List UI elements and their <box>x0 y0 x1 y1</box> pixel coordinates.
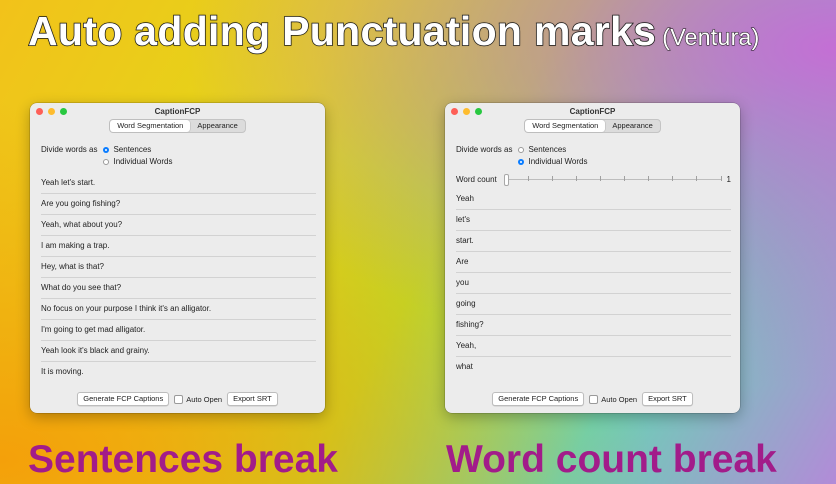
list-item[interactable]: Are you going fishing? <box>41 194 316 215</box>
tab-bar: Word Segmentation Appearance <box>109 119 246 133</box>
radio-label: Sentences <box>528 145 567 154</box>
window-title: CaptionFCP <box>569 107 616 116</box>
caption-right: Word count break <box>446 438 777 481</box>
radio-label: Sentences <box>113 145 152 154</box>
divide-words-group: Divide words as Sentences Individual Wor… <box>456 145 587 167</box>
bottom-bar: Generate FCP Captions Auto Open Export S… <box>445 392 740 406</box>
list-item[interactable]: I am making a trap. <box>41 236 316 257</box>
word-count-row: Word count 1 <box>456 174 731 186</box>
checkbox-box[interactable] <box>589 394 599 404</box>
list-item[interactable]: what <box>456 357 731 377</box>
export-srt-button[interactable]: Export SRT <box>227 392 278 406</box>
tab-word-segmentation[interactable]: Word Segmentation <box>110 120 191 132</box>
tab-bar: Word Segmentation Appearance <box>524 119 661 133</box>
tab-appearance[interactable]: Appearance <box>190 120 244 132</box>
checkbox-label: Auto Open <box>601 394 638 404</box>
titlebar: CaptionFCP <box>445 103 740 119</box>
export-srt-button[interactable]: Export SRT <box>642 392 693 406</box>
list-item[interactable]: What do you see that? <box>41 278 316 299</box>
slider-tick <box>552 176 553 181</box>
headline: Auto adding Punctuation marks (Ventura) <box>27 7 760 55</box>
list-item[interactable]: Yeah, what about you? <box>41 215 316 236</box>
radio-label: Individual Words <box>528 157 588 166</box>
headline-main: Auto adding Punctuation marks <box>27 7 657 55</box>
checkbox-box[interactable] <box>174 394 184 404</box>
tab-word-segmentation[interactable]: Word Segmentation <box>525 120 606 132</box>
radio-label: Individual Words <box>113 157 173 166</box>
list-item[interactable]: you <box>456 273 731 294</box>
list-item[interactable]: I'm going to get mad alligator. <box>41 320 316 341</box>
headline-sub: (Ventura) <box>662 24 760 51</box>
auto-open-checkbox[interactable]: Auto Open <box>589 394 638 404</box>
list-item[interactable]: Yeah, <box>456 336 731 357</box>
radio-dot-selected[interactable] <box>518 159 525 165</box>
slider-track <box>504 178 721 180</box>
generate-fcp-captions-button[interactable]: Generate FCP Captions <box>492 392 585 406</box>
slider-tick <box>528 176 529 181</box>
slider-tick <box>696 176 697 181</box>
titlebar: CaptionFCP <box>30 103 325 119</box>
word-count-value: 1 <box>726 174 731 184</box>
list-item[interactable]: No focus on your purpose I think it's an… <box>41 299 316 320</box>
slider-tick <box>648 176 649 181</box>
auto-open-checkbox[interactable]: Auto Open <box>174 394 223 404</box>
list-item[interactable]: Are <box>456 252 731 273</box>
sentence-list: Yeah let's start. Are you going fishing?… <box>41 173 316 382</box>
slider-tick <box>624 176 625 181</box>
word-list: Yeah let's start. Are you going fishing?… <box>456 189 731 377</box>
list-item[interactable]: let's <box>456 210 731 231</box>
divide-label: Divide words as <box>41 145 98 154</box>
slider-knob[interactable] <box>504 174 509 186</box>
radio-dot[interactable] <box>518 147 525 153</box>
tab-appearance[interactable]: Appearance <box>605 120 659 132</box>
generate-fcp-captions-button[interactable]: Generate FCP Captions <box>77 392 170 406</box>
radio-dot[interactable] <box>103 159 110 165</box>
list-item[interactable]: Yeah look it's black and grainy. <box>41 341 316 362</box>
caption-window-sentences: CaptionFCP Word Segmentation Appearance … <box>30 103 325 413</box>
list-item[interactable]: going <box>456 294 731 315</box>
list-item[interactable]: start. <box>456 231 731 252</box>
slider-tick <box>600 176 601 181</box>
radio-individual-words[interactable]: Individual Words <box>103 157 172 167</box>
list-item[interactable]: fishing? <box>456 315 731 336</box>
checkbox-label: Auto Open <box>186 394 223 404</box>
slider-tick <box>576 176 577 181</box>
word-count-slider[interactable] <box>504 174 722 186</box>
list-item[interactable]: It is moving. <box>41 362 316 382</box>
word-count-label: Word count <box>456 174 497 184</box>
divide-label: Divide words as <box>456 145 513 154</box>
radio-individual-words[interactable]: Individual Words <box>518 157 587 167</box>
slider-tick <box>672 176 673 181</box>
caption-left: Sentences break <box>28 438 339 481</box>
divide-words-group: Divide words as Sentences Individual Wor… <box>41 145 172 167</box>
radio-sentences[interactable]: Sentences <box>518 145 587 155</box>
radio-sentences[interactable]: Sentences <box>103 145 172 155</box>
list-item[interactable]: Yeah let's start. <box>41 173 316 194</box>
slider-tick <box>720 176 722 181</box>
caption-window-word-count: CaptionFCP Word Segmentation Appearance … <box>445 103 740 413</box>
radio-dot-selected[interactable] <box>103 147 110 153</box>
list-item[interactable]: Yeah <box>456 189 731 210</box>
list-item[interactable]: Hey, what is that? <box>41 257 316 278</box>
bottom-bar: Generate FCP Captions Auto Open Export S… <box>30 392 325 406</box>
window-title: CaptionFCP <box>154 107 201 116</box>
